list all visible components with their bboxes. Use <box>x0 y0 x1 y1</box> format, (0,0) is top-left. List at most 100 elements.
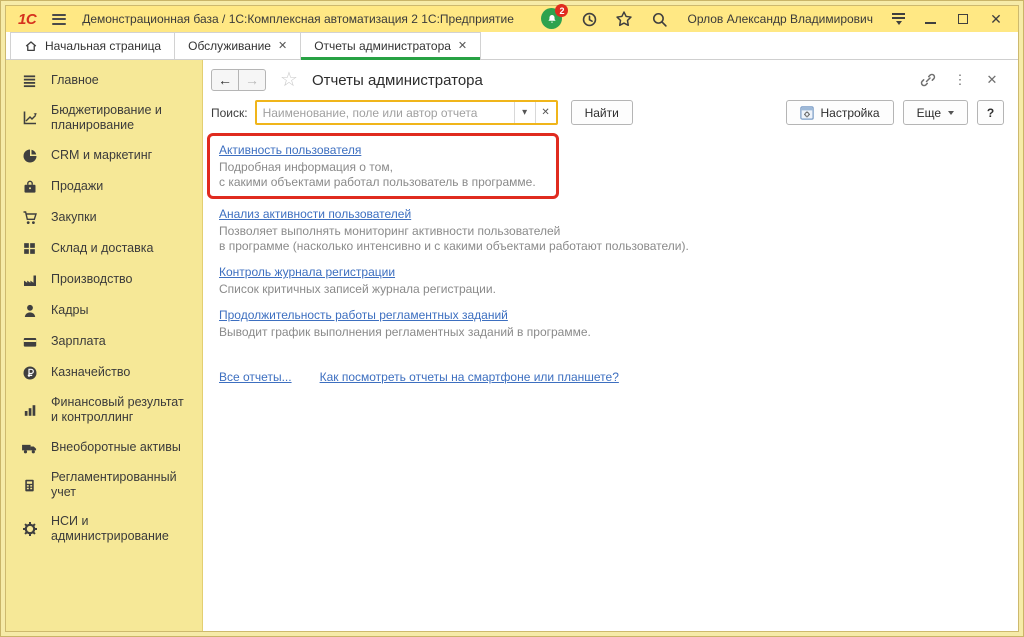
report-description: Позволяет выполнять мониторинг активност… <box>219 224 1006 254</box>
report-list: Активность пользователя Подробная информ… <box>211 138 1006 340</box>
more-button-label: Еще <box>917 106 941 120</box>
nav-back-button[interactable]: ← <box>211 69 239 91</box>
tab-label: Обслуживание <box>188 39 271 53</box>
hr-icon <box>21 302 38 319</box>
report-link-event-log-control[interactable]: Контроль журнала регистрации <box>219 265 395 279</box>
report-description: Выводит график выполнения регламентных з… <box>219 325 1006 340</box>
favorites-star-icon[interactable] <box>615 10 633 28</box>
nav-forward-button[interactable]: → <box>238 69 266 91</box>
close-window-button[interactable]: ✕ <box>988 11 1004 27</box>
sidebar-item-label: Казначейство <box>51 365 130 380</box>
get-link-icon[interactable] <box>920 72 936 88</box>
global-search-icon[interactable] <box>650 10 668 28</box>
sidebar-item-production[interactable]: Производство <box>6 264 202 295</box>
close-form-icon[interactable]: ✕ <box>984 72 1000 88</box>
minimize-button[interactable] <box>922 11 938 27</box>
tab-close-icon[interactable]: ✕ <box>458 41 467 52</box>
more-menu-dots-icon[interactable]: ⋮ <box>952 72 968 88</box>
sidebar-item-label: Производство <box>51 272 133 287</box>
sidebar-item-assets[interactable]: Внеоборотные активы <box>6 432 202 463</box>
close-icon: ✕ <box>990 12 1002 26</box>
report-settings-icon <box>800 106 814 120</box>
main-menu-hamburger-icon[interactable] <box>52 14 66 25</box>
home-icon <box>24 39 38 53</box>
crm-icon <box>21 147 38 164</box>
page-title: Отчеты администратора <box>312 72 483 89</box>
purchases-icon <box>21 209 38 226</box>
report-item-users-activity-analysis: Анализ активности пользователей Позволяе… <box>219 205 1006 254</box>
window-title: Демонстрационная база / 1С:Комплексная а… <box>82 12 514 26</box>
sidebar-item-finance[interactable]: Финансовый результат и контроллинг <box>6 388 202 432</box>
sidebar-item-label: Зарплата <box>51 334 106 349</box>
add-to-favorites-star-icon[interactable]: ☆ <box>280 70 298 90</box>
search-dropdown-icon[interactable]: ▾ <box>514 102 535 123</box>
sidebar-item-admin[interactable]: НСИ и администрирование <box>6 507 202 551</box>
sidebar-item-salary[interactable]: Зарплата <box>6 326 202 357</box>
history-icon[interactable] <box>580 10 598 28</box>
more-button[interactable]: Еще <box>903 100 968 125</box>
tab-bar: Начальная страница Обслуживание ✕ Отчеты… <box>6 32 1018 60</box>
sidebar-item-label: Закупки <box>51 210 97 225</box>
sidebar-item-treasury[interactable]: Казначейство <box>6 357 202 388</box>
sidebar-item-label: Внеоборотные активы <box>51 440 181 455</box>
current-user[interactable]: Орлов Александр Владимирович <box>687 12 873 26</box>
sidebar-item-hr[interactable]: Кадры <box>6 295 202 326</box>
admin-gear-icon <box>21 521 38 538</box>
warehouse-icon <box>21 240 38 257</box>
search-clear-icon[interactable]: ✕ <box>535 102 556 123</box>
sidebar-item-warehouse[interactable]: Склад и доставка <box>6 233 202 264</box>
regulated-icon <box>21 477 38 494</box>
sidebar-item-label: НСИ и администрирование <box>51 514 194 544</box>
tab-admin-reports[interactable]: Отчеты администратора ✕ <box>300 32 481 59</box>
sidebar-item-label: Главное <box>51 73 99 88</box>
sidebar-item-crm[interactable]: CRM и маркетинг <box>6 140 202 171</box>
report-item-event-log-control: Контроль журнала регистрации Список крит… <box>219 263 1006 297</box>
maximize-button[interactable] <box>955 11 971 27</box>
tab-home[interactable]: Начальная страница <box>10 32 175 59</box>
report-search-input[interactable] <box>257 106 514 120</box>
sidebar-item-label: Склад и доставка <box>51 241 153 256</box>
tab-label: Отчеты администратора <box>314 39 451 53</box>
app-window: 1С Демонстрационная база / 1С:Комплексна… <box>0 0 1024 637</box>
budgeting-icon <box>21 110 38 127</box>
mobile-reports-help-link[interactable]: Как посмотреть отчеты на смартфоне или п… <box>320 370 619 384</box>
find-button[interactable]: Найти <box>571 100 633 125</box>
report-item-scheduled-jobs-duration: Продолжительность работы регламентных за… <box>219 306 1006 340</box>
assets-icon <box>21 439 38 456</box>
report-search-box: ▾ ✕ <box>255 100 558 125</box>
settings-button[interactable]: Настройка <box>786 100 894 125</box>
sidebar-item-main[interactable]: Главное <box>6 65 202 96</box>
tab-maintenance[interactable]: Обслуживание ✕ <box>174 32 301 59</box>
sidebar-item-sales[interactable]: Продажи <box>6 171 202 202</box>
report-link-user-activity[interactable]: Активность пользователя <box>219 143 361 157</box>
notifications-button[interactable]: 2 <box>541 8 563 30</box>
notification-badge: 2 <box>555 4 568 17</box>
search-label: Поиск: <box>211 106 248 120</box>
sidebar-item-label: CRM и маркетинг <box>51 148 152 163</box>
all-reports-link[interactable]: Все отчеты... <box>219 370 292 384</box>
1c-logo-icon: 1С <box>18 11 36 28</box>
sidebar-item-label: Кадры <box>51 303 88 318</box>
tab-label: Начальная страница <box>45 39 161 53</box>
admin-reports-panel: ← → ☆ Отчеты администратора ⋮ ✕ <box>203 60 1018 631</box>
report-link-scheduled-jobs-duration[interactable]: Продолжительность работы регламентных за… <box>219 308 508 322</box>
sidebar-item-regulated[interactable]: Регламентированный учет <box>6 463 202 507</box>
sidebar-item-label: Финансовый результат и контроллинг <box>51 395 194 425</box>
report-description: Подробная информация о том, с какими объ… <box>219 160 536 190</box>
report-description: Список критичных записей журнала регистр… <box>219 282 1006 297</box>
sidebar-item-budgeting[interactable]: Бюджетирование и планирование <box>6 96 202 140</box>
finance-icon <box>21 402 38 419</box>
salary-icon <box>21 333 38 350</box>
sidebar-item-purchases[interactable]: Закупки <box>6 202 202 233</box>
collapse-panels-icon[interactable] <box>892 13 905 24</box>
tab-close-icon[interactable]: ✕ <box>278 41 287 52</box>
report-link-users-activity-analysis[interactable]: Анализ активности пользователей <box>219 207 411 221</box>
minimize-icon <box>925 22 936 24</box>
sidebar-item-label: Регламентированный учет <box>51 470 194 500</box>
sidebar-item-label: Бюджетирование и планирование <box>51 103 194 133</box>
section-sidebar: Главное Бюджетирование и планирование CR… <box>6 60 203 631</box>
maximize-icon <box>958 14 968 24</box>
settings-button-label: Настройка <box>821 106 880 120</box>
titlebar: 1С Демонстрационная база / 1С:Комплексна… <box>6 6 1018 32</box>
help-button[interactable]: ? <box>977 100 1004 125</box>
